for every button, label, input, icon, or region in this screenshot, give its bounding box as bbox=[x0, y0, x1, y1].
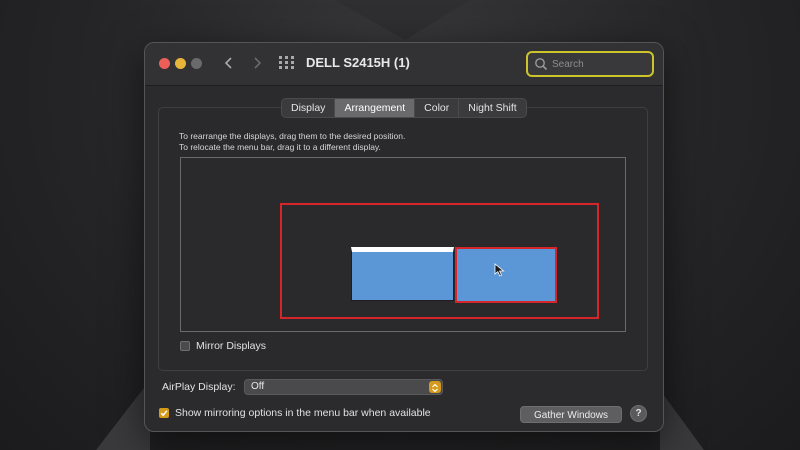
airplay-selected-value: Off bbox=[251, 381, 265, 392]
tab-color[interactable]: Color bbox=[415, 99, 460, 117]
zoom-window-button[interactable] bbox=[191, 58, 202, 69]
tab-arrangement[interactable]: Arrangement bbox=[335, 99, 416, 117]
show-mirroring-label: Show mirroring options in the menu bar w… bbox=[175, 407, 431, 419]
mirror-displays-label: Mirror Displays bbox=[196, 340, 267, 352]
search-input[interactable] bbox=[552, 55, 646, 73]
gather-windows-button[interactable]: Gather Windows bbox=[520, 406, 622, 423]
search-field[interactable] bbox=[526, 51, 654, 77]
window-title: DELL S2415H (1) bbox=[306, 55, 410, 70]
display-preferences-window: DELL S2415H (1) Display Arrangement Colo… bbox=[144, 42, 664, 432]
title-bar: DELL S2415H (1) bbox=[145, 43, 663, 86]
cursor-icon bbox=[494, 263, 505, 277]
show-mirroring-checkbox[interactable] bbox=[159, 408, 169, 418]
minimize-window-button[interactable] bbox=[175, 58, 186, 69]
checkmark-icon bbox=[160, 410, 168, 417]
search-icon bbox=[535, 58, 548, 71]
back-button[interactable] bbox=[219, 53, 239, 73]
menu-bar-instruction: To relocate the menu bar, drag it to a d… bbox=[179, 142, 381, 152]
help-button[interactable]: ? bbox=[630, 405, 647, 422]
select-arrows-icon bbox=[429, 381, 441, 393]
tab-display[interactable]: Display bbox=[282, 99, 336, 117]
tab-night-shift[interactable]: Night Shift bbox=[459, 99, 525, 117]
rearrange-instruction: To rearrange the displays, drag them to … bbox=[179, 131, 406, 141]
airplay-display-label: AirPlay Display: bbox=[162, 381, 236, 393]
chevron-right-icon bbox=[254, 57, 262, 69]
tab-bar: Display Arrangement Color Night Shift bbox=[281, 98, 527, 118]
close-window-button[interactable] bbox=[159, 58, 170, 69]
main-display-thumbnail[interactable] bbox=[351, 247, 454, 301]
mirror-displays-checkbox[interactable] bbox=[180, 341, 190, 351]
forward-button[interactable] bbox=[247, 53, 267, 73]
chevron-left-icon bbox=[224, 57, 232, 69]
grid-icon[interactable] bbox=[279, 56, 295, 70]
secondary-display-thumbnail[interactable] bbox=[455, 247, 557, 303]
airplay-display-select[interactable]: Off bbox=[244, 379, 443, 395]
display-arrangement-area[interactable] bbox=[180, 157, 626, 332]
